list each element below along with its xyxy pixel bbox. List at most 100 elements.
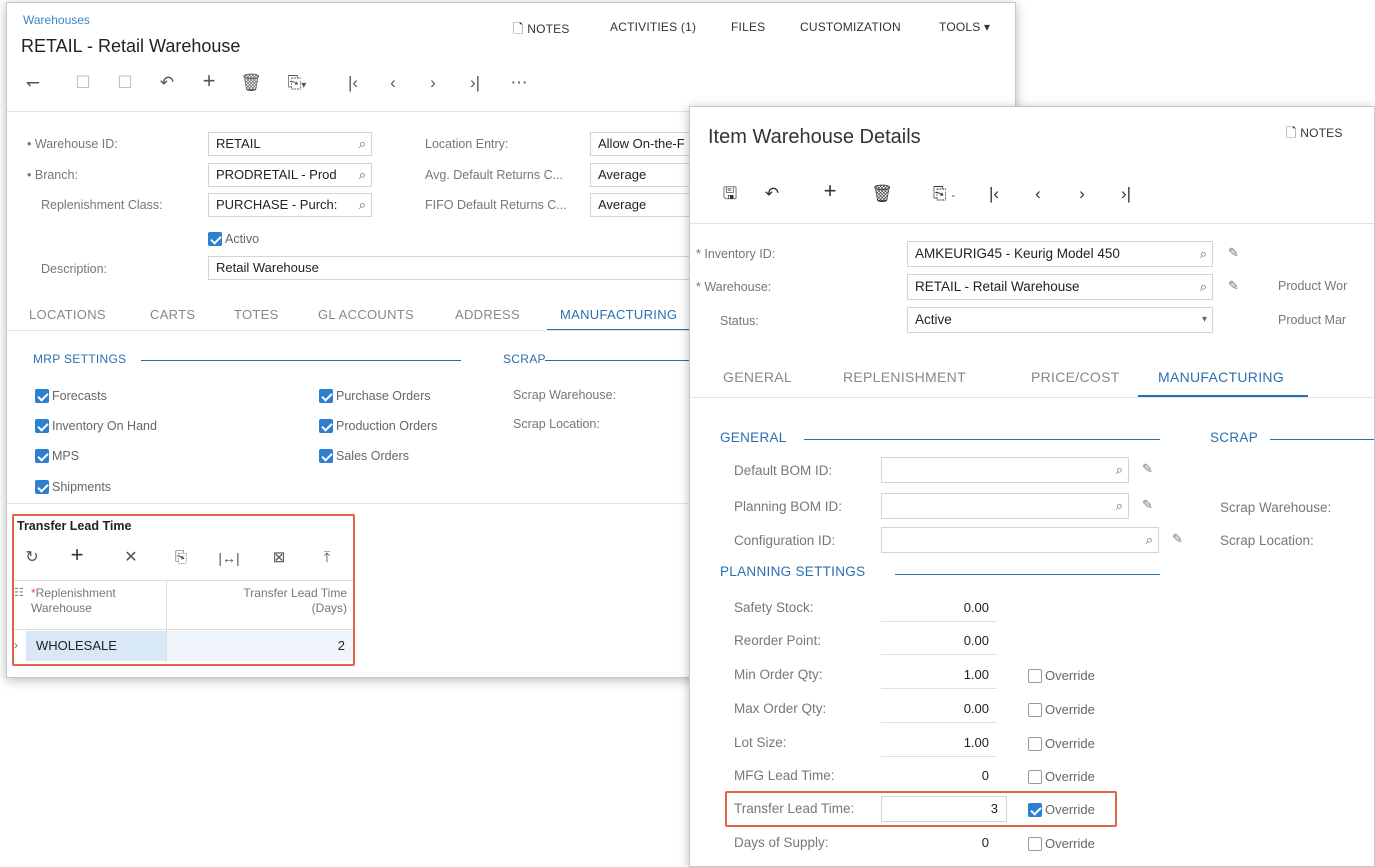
days-of-supply-override-checkbox[interactable]: Override xyxy=(1028,835,1095,853)
first-icon[interactable]: |‹ xyxy=(341,73,365,93)
next-icon[interactable]: › xyxy=(1070,184,1094,204)
min-order-override-checkbox[interactable]: Override xyxy=(1028,667,1095,685)
save-close-icon[interactable]: ☐ xyxy=(71,73,95,93)
mfg-lead-override-checkbox[interactable]: Override xyxy=(1028,768,1095,786)
transfer-lead-time-field[interactable]: 3 xyxy=(881,796,1007,822)
tab-locations[interactable]: LOCATIONS xyxy=(29,307,106,322)
notes-button[interactable]: 🗋 NOTES xyxy=(513,20,570,42)
chevron-down-icon[interactable]: ▾ xyxy=(1202,308,1207,332)
tab-replenishment[interactable]: REPLENISHMENT xyxy=(843,369,966,385)
edit-icon[interactable]: ✎ xyxy=(1228,278,1239,294)
avg-returns-field[interactable]: Average xyxy=(590,163,700,187)
reorder-point-value[interactable]: 0.00 xyxy=(881,633,997,655)
purchase-orders-checkbox[interactable]: Purchase Orders xyxy=(319,387,430,405)
undo-icon[interactable]: ↶ xyxy=(155,73,179,93)
fit-columns-icon[interactable]: |↔| xyxy=(217,548,241,568)
status-select[interactable]: Active ▾ xyxy=(907,307,1213,333)
checkbox[interactable] xyxy=(35,448,49,463)
refresh-icon[interactable]: ↻ xyxy=(22,548,42,568)
attachment-icon[interactable]: ⎘ xyxy=(171,548,191,568)
configuration-id-field[interactable]: ⌕ xyxy=(881,527,1159,553)
fifo-returns-field[interactable]: Average xyxy=(590,193,700,217)
activities-button[interactable]: ACTIVITIES (1) xyxy=(610,20,696,34)
checkbox[interactable] xyxy=(1028,769,1042,784)
last-icon[interactable]: ›| xyxy=(463,73,487,93)
replenishment-warehouse-header[interactable]: *Replenishment Warehouse xyxy=(31,586,161,616)
checkbox[interactable] xyxy=(1028,736,1042,751)
breadcrumb[interactable]: Warehouses xyxy=(23,13,90,27)
undo-icon[interactable]: ↶ xyxy=(760,184,784,204)
customization-button[interactable]: CUSTOMIZATION xyxy=(800,20,901,34)
checkbox[interactable] xyxy=(208,231,222,246)
default-bom-field[interactable]: ⌕ xyxy=(881,457,1129,483)
upload-icon[interactable]: ⤒ xyxy=(317,548,337,568)
search-icon[interactable]: ⌕ xyxy=(359,194,366,216)
tab-carts[interactable]: CARTS xyxy=(150,307,195,322)
location-entry-field[interactable]: Allow On-the-F xyxy=(590,132,700,156)
delete-row-icon[interactable]: ✕ xyxy=(121,548,141,568)
notes-button[interactable]: 🗋 NOTES xyxy=(1286,124,1343,146)
tools-button[interactable]: TOOLS ▾ xyxy=(939,20,990,34)
first-icon[interactable]: |‹ xyxy=(982,184,1006,204)
mps-checkbox[interactable]: MPS xyxy=(35,447,79,465)
lot-size-value[interactable]: 1.00 xyxy=(881,735,997,757)
save-icon[interactable]: 🖫 xyxy=(718,184,742,204)
transfer-lead-time-header[interactable]: Transfer Lead Time (Days) xyxy=(217,586,347,616)
edit-icon[interactable]: ✎ xyxy=(1142,497,1153,513)
delete-icon[interactable]: 🗑 xyxy=(239,73,263,93)
more-icon[interactable]: ⋯ xyxy=(507,73,531,93)
tab-manufacturing[interactable]: MANUFACTURING xyxy=(1158,369,1284,385)
previous-icon[interactable]: ‹ xyxy=(1026,184,1050,204)
checkbox[interactable] xyxy=(35,479,49,494)
previous-icon[interactable]: ‹ xyxy=(381,73,405,93)
checkbox[interactable] xyxy=(319,388,333,403)
next-icon[interactable]: › xyxy=(421,73,445,93)
search-icon[interactable]: ⌕ xyxy=(1116,458,1123,482)
edit-icon[interactable]: ✎ xyxy=(1228,245,1239,261)
tab-price-cost[interactable]: PRICE/COST xyxy=(1031,369,1120,385)
production-orders-checkbox[interactable]: Production Orders xyxy=(319,417,437,435)
branch-field[interactable]: PRODRETAIL - Prod ⌕ xyxy=(208,163,372,187)
grid-menu-icon[interactable]: ☷ xyxy=(14,586,24,599)
sales-orders-checkbox[interactable]: Sales Orders xyxy=(319,447,409,465)
inventory-id-field[interactable]: AMKEURIG45 - Keurig Model 450 ⌕ xyxy=(907,241,1213,267)
checkbox[interactable] xyxy=(1028,702,1042,717)
search-icon[interactable]: ⌕ xyxy=(1200,242,1207,266)
export-excel-icon[interactable]: ⊠ xyxy=(269,548,289,568)
tab-totes[interactable]: TOTES xyxy=(234,307,279,322)
edit-icon[interactable]: ✎ xyxy=(1142,461,1153,477)
description-field[interactable]: Retail Warehouse xyxy=(208,256,698,280)
search-icon[interactable]: ⌕ xyxy=(1200,275,1207,299)
add-row-icon[interactable]: + xyxy=(67,544,87,566)
edit-icon[interactable]: ✎ xyxy=(1172,531,1183,547)
checkbox[interactable] xyxy=(319,448,333,463)
back-icon[interactable]: ↽ xyxy=(21,73,45,93)
replenishment-class-field[interactable]: PURCHASE - Purch: ⌕ xyxy=(208,193,372,217)
min-order-qty-value[interactable]: 1.00 xyxy=(881,667,997,689)
checkbox[interactable] xyxy=(319,418,333,433)
warehouse-field[interactable]: RETAIL - Retail Warehouse ⌕ xyxy=(907,274,1213,300)
safety-stock-value[interactable]: 0.00 xyxy=(881,600,997,622)
checkbox[interactable] xyxy=(1028,668,1042,683)
checkbox[interactable] xyxy=(1028,802,1042,817)
copy-paste-icon[interactable]: ⎘ - xyxy=(924,184,964,206)
mfg-lead-time-value[interactable]: 0 xyxy=(881,768,997,790)
files-button[interactable]: FILES xyxy=(731,20,765,34)
delete-icon[interactable]: 🗑 xyxy=(870,184,894,204)
max-order-override-checkbox[interactable]: Override xyxy=(1028,701,1095,719)
add-icon[interactable]: + xyxy=(197,70,221,92)
row-days-cell[interactable]: 2 xyxy=(167,631,353,661)
active-checkbox[interactable]: Activo xyxy=(208,230,259,248)
search-icon[interactable]: ⌕ xyxy=(1146,528,1153,552)
checkbox[interactable] xyxy=(1028,836,1042,851)
row-warehouse-cell[interactable]: WHOLESALE xyxy=(26,631,166,661)
search-icon[interactable]: ⌕ xyxy=(1116,494,1123,518)
lot-size-override-checkbox[interactable]: Override xyxy=(1028,735,1095,753)
shipments-checkbox[interactable]: Shipments xyxy=(35,478,111,496)
checkbox[interactable] xyxy=(35,388,49,403)
inventory-on-hand-checkbox[interactable]: Inventory On Hand xyxy=(35,417,157,435)
table-row[interactable]: › WHOLESALE 2 xyxy=(14,631,353,661)
copy-paste-icon[interactable]: ⎘▾ xyxy=(279,73,315,96)
tab-general[interactable]: GENERAL xyxy=(723,369,792,385)
search-icon[interactable]: ⌕ xyxy=(359,164,366,186)
